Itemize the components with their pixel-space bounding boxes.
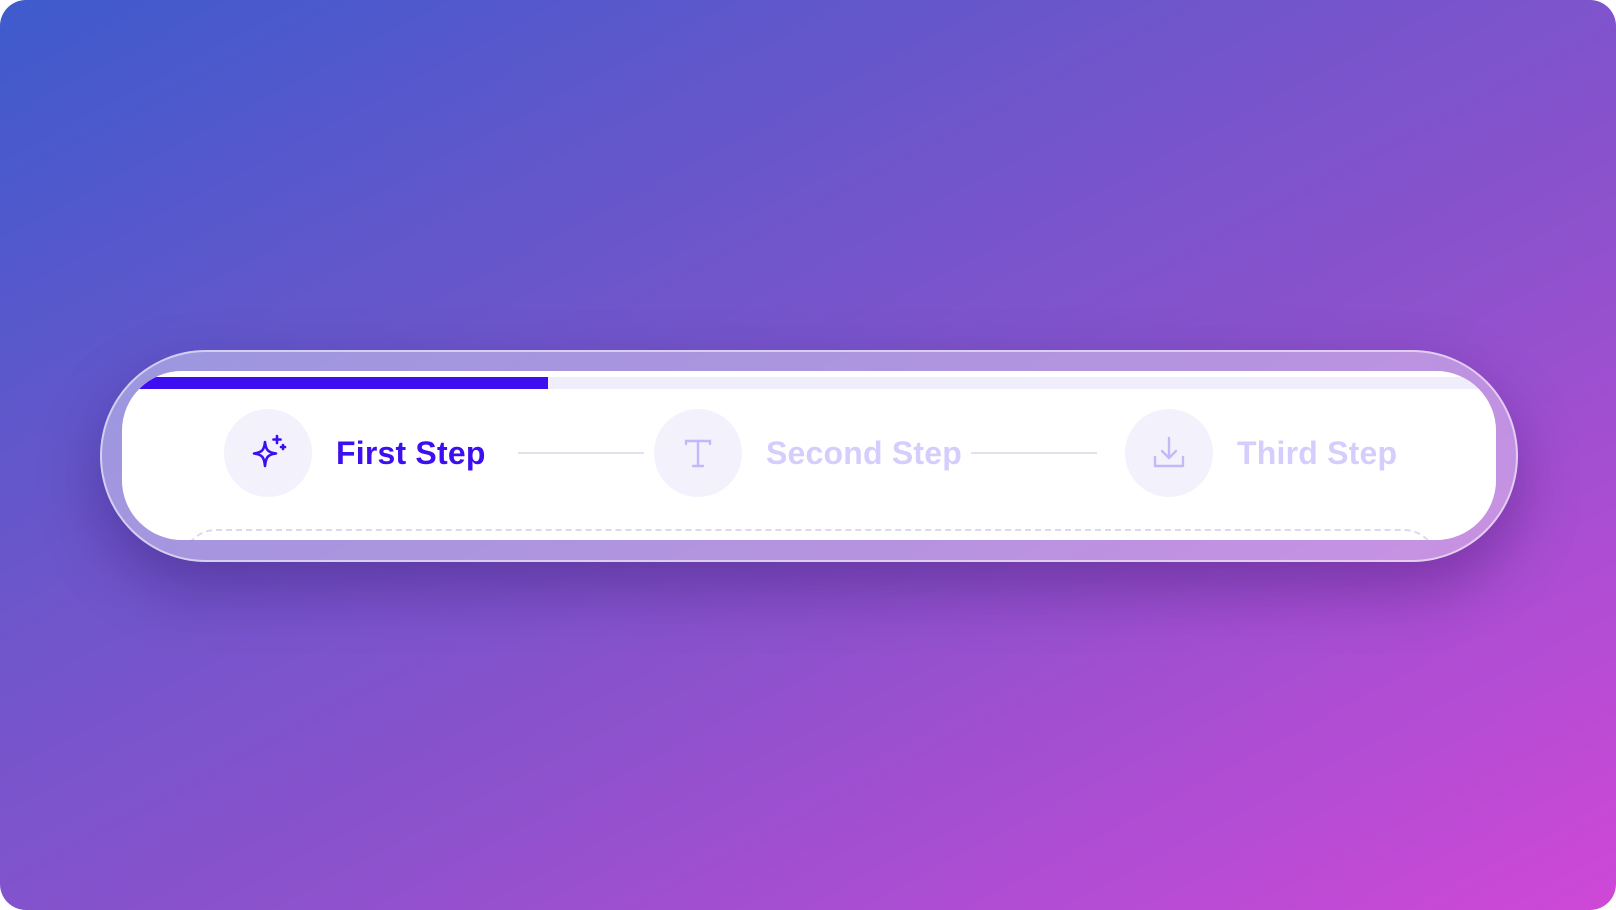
upload-dropzone <box>182 529 1438 540</box>
step-first-circle <box>224 409 312 497</box>
download-icon <box>1153 436 1185 468</box>
step-first[interactable]: First Step <box>224 409 486 497</box>
text-icon <box>684 439 712 468</box>
progress-bar-fill <box>122 377 548 389</box>
sparkles-icon <box>252 434 287 468</box>
step-third-circle <box>1125 409 1213 497</box>
step-second-label: Second Step <box>766 434 963 471</box>
background-canvas: First Step Second Step Third Step <box>0 0 1616 910</box>
progress-bar <box>122 377 1496 389</box>
step-second[interactable]: Second Step <box>654 409 962 497</box>
step-third[interactable]: Third Step <box>1125 409 1397 497</box>
step-third-label: Third Step <box>1237 434 1398 471</box>
stepper-card: First Step Second Step Third Step <box>122 371 1496 540</box>
step-second-circle <box>654 409 742 497</box>
step-connector-1 <box>518 452 644 454</box>
step-first-label: First Step <box>336 434 486 471</box>
step-connector-2 <box>971 452 1097 454</box>
